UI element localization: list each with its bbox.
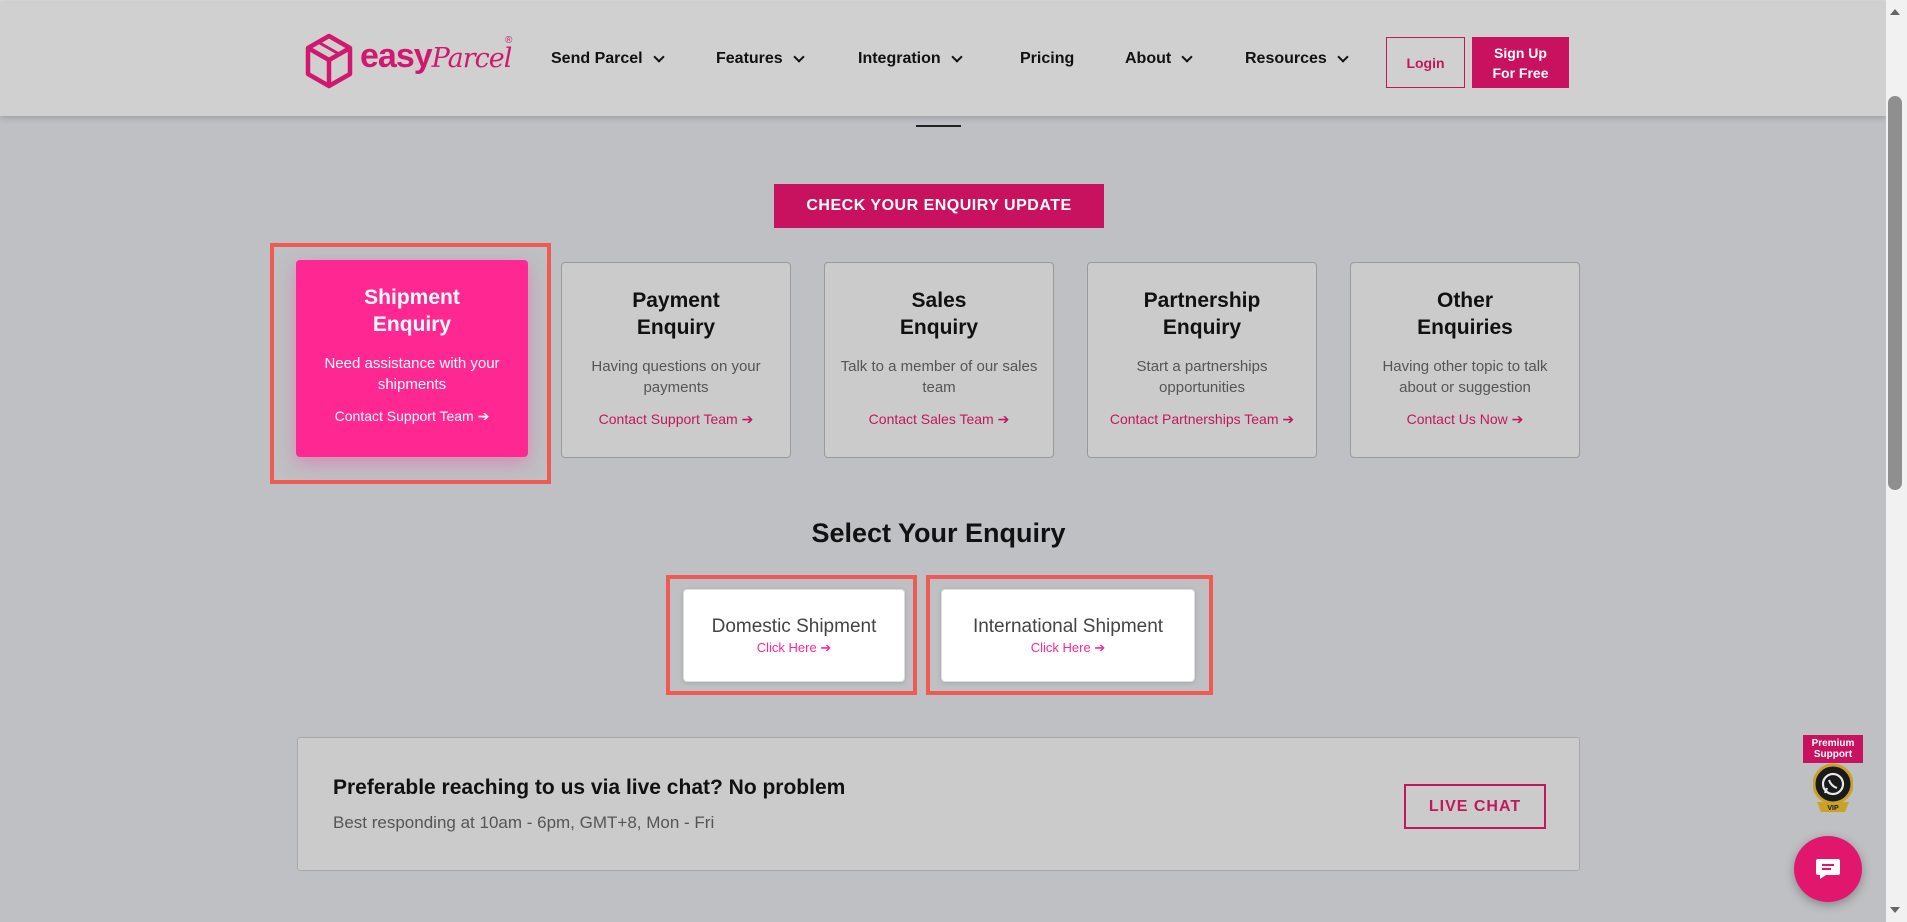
nav-integration-label: Integration <box>858 50 941 67</box>
live-chat-banner: Preferable reaching to us via live chat?… <box>297 737 1580 871</box>
vip-label: VIP <box>1827 805 1839 812</box>
card-link-contact-us[interactable]: Contact Us Now ➔ <box>1351 411 1579 428</box>
card-title: Payment Enquiry <box>632 289 720 339</box>
premium-line-2: Support <box>1813 749 1853 760</box>
scroll-up-arrow-icon[interactable] <box>1890 9 1900 15</box>
shipment-option-title: Domestic Shipment <box>711 616 877 637</box>
arrow-right-icon: ➔ <box>1282 411 1295 427</box>
card-other-enquiries[interactable]: Other Enquiries Having other topic to tal… <box>1350 262 1580 458</box>
nav-about[interactable]: About <box>1125 50 1193 68</box>
live-chat-button[interactable]: LIVE CHAT <box>1404 784 1546 829</box>
nav-pricing-label: Pricing <box>1020 50 1075 67</box>
card-partnership-enquiry[interactable]: Partnership Enquiry Start a partnerships … <box>1087 262 1317 458</box>
signup-button[interactable]: Sign Up For Free <box>1472 37 1569 88</box>
arrow-right-icon: ➔ <box>1094 640 1106 655</box>
card-link-contact-support[interactable]: Contact Support Team ➔ <box>562 411 790 428</box>
nav-integration[interactable]: Integration <box>858 50 963 68</box>
international-shipment-option[interactable]: International Shipment Click Here ➔ <box>941 589 1195 682</box>
arrow-right-icon: ➔ <box>741 411 754 427</box>
card-description: Talk to a member of our sales team <box>840 358 1038 396</box>
card-description: Start a partnerships opportunities <box>1136 358 1268 396</box>
card-title: Partnership Enquiry <box>1143 289 1261 339</box>
card-payment-enquiry[interactable]: Payment Enquiry Having questions on your … <box>561 262 791 458</box>
premium-line-1: Premium <box>1811 738 1855 749</box>
shipment-option-link[interactable]: Click Here ➔ <box>942 640 1194 656</box>
arrow-right-icon: ➔ <box>1511 411 1524 427</box>
signup-line-2: For Free <box>1492 64 1549 81</box>
section-divider <box>916 125 961 127</box>
chevron-down-icon <box>951 50 963 63</box>
card-link-contact-sales[interactable]: Contact Sales Team ➔ <box>825 411 1053 428</box>
whatsapp-icon[interactable]: VIP <box>1813 762 1853 816</box>
nav-resources[interactable]: Resources <box>1245 50 1349 68</box>
card-title: Shipment Enquiry <box>364 286 460 336</box>
arrow-right-icon: ➔ <box>477 408 490 424</box>
scroll-down-arrow-icon[interactable] <box>1890 907 1900 913</box>
shipment-option-link[interactable]: Click Here ➔ <box>684 640 904 656</box>
scrollbar-thumb[interactable] <box>1888 96 1902 490</box>
easyparcel-logo[interactable]: easyParcel ® <box>305 31 525 91</box>
arrow-right-icon: ➔ <box>820 640 832 655</box>
card-sales-enquiry[interactable]: Sales Enquiry Talk to a member of our sal… <box>824 262 1054 458</box>
arrow-right-icon: ➔ <box>997 411 1010 427</box>
logo-wordmark: easyParcel <box>360 37 512 75</box>
shipment-option-title: International Shipment <box>972 616 1164 637</box>
domestic-shipment-option[interactable]: Domestic Shipment Click Here ➔ <box>683 589 905 682</box>
nav-send-parcel[interactable]: Send Parcel <box>551 50 665 68</box>
nav-pricing[interactable]: Pricing <box>1020 50 1074 68</box>
chevron-down-icon <box>793 50 805 63</box>
card-title: Sales Enquiry <box>899 289 979 339</box>
check-enquiry-update-button[interactable]: CHECK YOUR ENQUIRY UPDATE <box>774 184 1104 228</box>
card-link-contact-support[interactable]: Contact Support Team ➔ <box>296 408 528 425</box>
chat-launcher-button[interactable] <box>1794 836 1862 902</box>
select-enquiry-heading: Select Your Enquiry <box>811 518 1066 548</box>
card-link-contact-partnerships[interactable]: Contact Partnerships Team ➔ <box>1088 411 1316 428</box>
nav-about-label: About <box>1125 50 1172 67</box>
live-chat-hours: Best responding at 10am - 6pm, GMT+8, Mo… <box>333 813 715 832</box>
signup-line-1: Sign Up <box>1494 44 1547 61</box>
nav-resources-label: Resources <box>1245 50 1327 67</box>
card-shipment-enquiry[interactable]: Shipment Enquiry Need assistance with you… <box>296 260 528 457</box>
card-description: Having questions on your payments <box>591 358 761 396</box>
nav-send-parcel-label: Send Parcel <box>551 50 643 67</box>
nav-features-label: Features <box>716 50 783 67</box>
nav-features[interactable]: Features <box>716 50 805 68</box>
card-description: Having other topic to talk about or sugg… <box>1382 358 1548 396</box>
site-header: easyParcel ® Send Parcel Features Integr… <box>0 3 1886 116</box>
chat-bubble-icon <box>1816 859 1840 879</box>
live-chat-heading: Preferable reaching to us via live chat?… <box>333 776 846 799</box>
chevron-down-icon <box>1337 50 1349 63</box>
chevron-down-icon <box>652 50 665 63</box>
card-title: Other Enquiries <box>1417 289 1513 339</box>
box-logo-icon <box>305 33 353 89</box>
logo-registered-mark: ® <box>505 35 513 46</box>
card-description: Need assistance with your shipments <box>324 355 500 393</box>
login-button[interactable]: Login <box>1386 37 1465 88</box>
chevron-down-icon <box>1181 50 1193 63</box>
premium-support-badge[interactable]: Premium Support <box>1803 735 1863 763</box>
